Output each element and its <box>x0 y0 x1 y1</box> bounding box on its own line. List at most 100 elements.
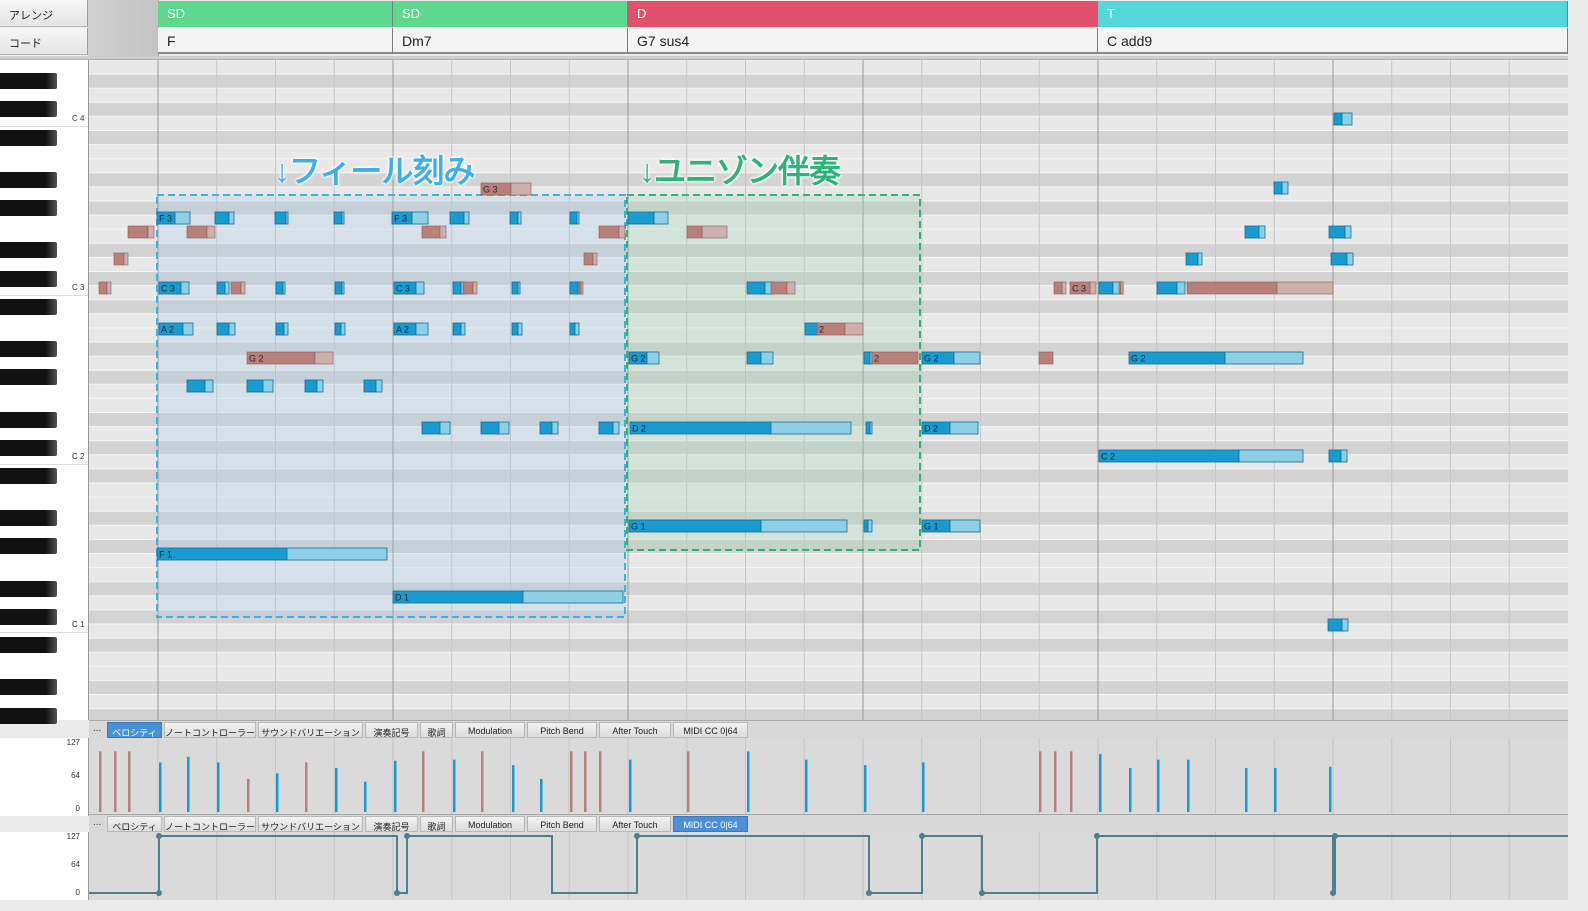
tab-5[interactable]: Modulation <box>455 816 525 832</box>
tab-6[interactable]: Pitch Bend <box>527 816 597 832</box>
chord-block-3[interactable]: G7 sus4 <box>628 28 1098 54</box>
note-tail[interactable] <box>1258 225 1266 239</box>
note-block[interactable] <box>539 421 553 435</box>
note-tail[interactable] <box>867 519 873 533</box>
note-block[interactable] <box>1330 252 1348 266</box>
black-key[interactable] <box>0 129 57 146</box>
note-tail[interactable] <box>341 281 345 295</box>
piano-keyboard[interactable]: C 4 C 3 C 2 C 1 <box>0 60 89 724</box>
section-block-sd1[interactable]: SD <box>158 1 393 27</box>
velocity-bar[interactable] <box>584 751 587 812</box>
black-key[interactable] <box>0 467 57 484</box>
note-block[interactable] <box>511 322 519 336</box>
velocity-bar[interactable] <box>805 759 808 812</box>
tab-3[interactable]: 演奏記号 <box>365 722 418 738</box>
black-key[interactable] <box>0 679 57 696</box>
velocity-bar[interactable] <box>394 760 397 812</box>
black-key[interactable] <box>0 608 57 625</box>
note-block[interactable] <box>216 322 230 336</box>
ghost-note-tail[interactable] <box>1061 281 1067 295</box>
note-block[interactable] <box>363 379 377 393</box>
tab-8[interactable]: MIDI CC 0|64 <box>673 816 748 832</box>
note-tail[interactable] <box>1346 252 1354 266</box>
velocity-bar[interactable] <box>481 751 484 812</box>
ghost-note-tail[interactable] <box>510 182 532 196</box>
ghost-note-tail[interactable] <box>314 351 334 365</box>
velocity-bar[interactable] <box>570 751 573 812</box>
velocity-bar[interactable] <box>128 751 131 812</box>
black-key[interactable] <box>0 637 57 654</box>
note-tail[interactable] <box>228 322 236 336</box>
black-key[interactable] <box>0 242 57 259</box>
black-key[interactable] <box>0 200 57 216</box>
velocity-bar[interactable] <box>422 751 425 812</box>
note-tail[interactable] <box>953 351 981 365</box>
velocity-bar[interactable] <box>629 759 632 812</box>
chord-block-1[interactable]: F <box>158 28 393 54</box>
note-tail[interactable] <box>1238 449 1304 463</box>
velocity-bar[interactable] <box>1274 767 1277 812</box>
note-block[interactable] <box>1244 225 1260 239</box>
note-tail[interactable] <box>646 351 660 365</box>
note-block[interactable] <box>452 281 462 295</box>
tab-1[interactable]: ノートコントローラー <box>164 816 256 832</box>
cc-point[interactable] <box>156 890 162 896</box>
chord-block-4[interactable]: C add9 <box>1098 28 1568 54</box>
velocity-bar[interactable] <box>512 765 515 812</box>
velocity-bar[interactable] <box>1329 766 1332 812</box>
cc-point[interactable] <box>979 890 985 896</box>
note-block[interactable] <box>392 590 524 604</box>
note-tail[interactable] <box>228 211 235 225</box>
note-block[interactable] <box>1185 252 1199 266</box>
ghost-note-block[interactable] <box>598 225 620 239</box>
ghost-note-block[interactable] <box>462 281 474 295</box>
cc-point[interactable] <box>156 833 162 839</box>
velocity-bar[interactable] <box>187 756 190 812</box>
unison-selection-box[interactable] <box>626 194 921 551</box>
cc-point[interactable] <box>394 890 400 896</box>
ghost-note-tail[interactable] <box>106 281 112 295</box>
velocity-bar[interactable] <box>864 765 867 812</box>
ghost-note-block[interactable] <box>1118 281 1122 295</box>
chord-block-2[interactable]: Dm7 <box>393 28 628 54</box>
ghost-note-tail[interactable] <box>472 281 478 295</box>
velocity-bar[interactable] <box>335 767 338 812</box>
note-tail[interactable] <box>1176 281 1186 295</box>
more-button[interactable]: ... <box>93 817 101 828</box>
velocity-bar[interactable] <box>453 759 456 812</box>
note-tail[interactable] <box>760 351 774 365</box>
cc-point[interactable] <box>1330 890 1336 896</box>
cc-point[interactable] <box>1094 833 1100 839</box>
section-block-sd2[interactable]: SD <box>393 1 628 27</box>
black-key[interactable] <box>0 341 57 357</box>
velocity-bar[interactable] <box>687 751 690 812</box>
ghost-note-tail[interactable] <box>618 225 626 239</box>
tab-0[interactable]: ベロシティ <box>107 722 162 738</box>
cc-point[interactable] <box>404 833 410 839</box>
note-block[interactable] <box>1098 281 1114 295</box>
note-block[interactable] <box>186 379 206 393</box>
note-tail[interactable] <box>224 281 230 295</box>
note-block[interactable] <box>569 281 579 295</box>
tab-0[interactable]: ベロシティ <box>107 816 162 832</box>
note-tail[interactable] <box>551 421 559 435</box>
note-block[interactable] <box>304 379 318 393</box>
note-block[interactable] <box>1333 112 1343 126</box>
note-block[interactable] <box>333 211 343 225</box>
note-tail[interactable] <box>415 281 425 295</box>
tab-1[interactable]: ノートコントローラー <box>164 722 256 738</box>
note-block[interactable] <box>421 421 441 435</box>
note-tail[interactable] <box>283 322 289 336</box>
note-block[interactable] <box>569 322 576 336</box>
velocity-bar[interactable] <box>247 778 250 812</box>
note-tail[interactable] <box>949 519 981 533</box>
velocity-bar[interactable] <box>159 762 162 812</box>
note-tail[interactable] <box>316 379 324 393</box>
ghost-note-block[interactable] <box>98 281 108 295</box>
note-tail[interactable] <box>341 211 345 225</box>
note-block[interactable] <box>334 281 343 295</box>
note-tail[interactable] <box>460 322 466 336</box>
note-block[interactable] <box>334 322 342 336</box>
ghost-note-block[interactable] <box>230 281 242 295</box>
tab-6[interactable]: Pitch Bend <box>527 722 597 738</box>
